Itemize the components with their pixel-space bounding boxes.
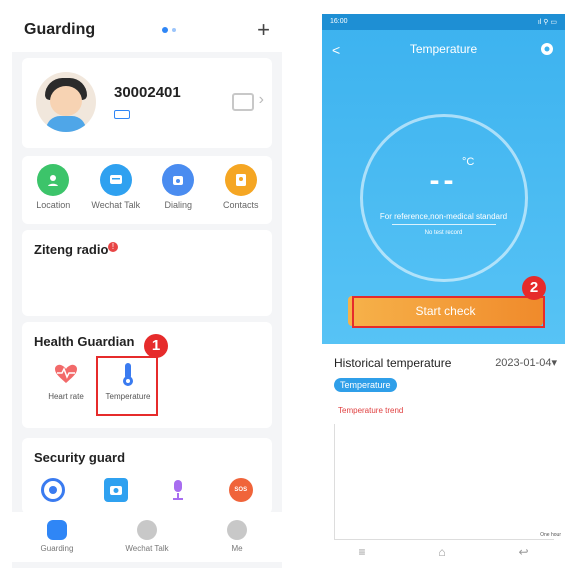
menu-icon[interactable]: ≡ <box>358 545 365 567</box>
notification-dot: ! <box>108 242 118 252</box>
device-card[interactable]: 30002401 › <box>22 58 272 148</box>
trend-label: Temperature trend <box>338 406 404 415</box>
nav-label: Me <box>231 544 243 553</box>
bottom-nav: Guarding Wechat Talk Me <box>12 512 282 562</box>
gear-icon[interactable] <box>539 41 555 57</box>
guard-icon[interactable] <box>41 478 66 502</box>
temperature-value: -- <box>429 164 458 197</box>
heart-rate-icon <box>52 360 80 388</box>
screen-title: Temperature <box>409 42 478 56</box>
quick-action-wechat-talk[interactable]: Wechat Talk <box>88 164 144 224</box>
quick-action-label: Dialing <box>164 200 192 210</box>
health-title: Health Guardian <box>34 334 135 349</box>
chevron-right-icon[interactable]: › <box>259 91 264 109</box>
no-record-text: No test record <box>424 230 463 236</box>
device-id: 30002401 <box>114 84 181 101</box>
phone-icon <box>162 164 195 196</box>
nav-label: Wechat Talk <box>125 544 169 553</box>
quick-action-location[interactable]: Location <box>25 164 81 224</box>
contacts-icon <box>224 164 257 196</box>
mic-icon[interactable] <box>166 478 190 502</box>
step-badge-1: 1 <box>144 334 168 358</box>
history-title: Historical temperature <box>334 356 452 370</box>
avatar <box>36 72 96 132</box>
radio-title: Ziteng radio <box>34 242 109 257</box>
guarding-icon <box>47 520 67 540</box>
system-nav: ≡ ⌂ ↩ <box>322 545 565 567</box>
security-guard-card: Security guard SOS <box>22 438 272 514</box>
status-bar: 16:00 ıl ⚲ ▭ <box>322 14 565 30</box>
temperature-dial <box>360 114 528 282</box>
quick-action-label: Wechat Talk <box>91 200 141 210</box>
quick-action-contacts[interactable]: Contacts <box>213 164 269 224</box>
battery-icon <box>114 110 130 119</box>
home-icon[interactable]: ⌂ <box>438 545 445 567</box>
quick-action-label: Location <box>36 200 71 210</box>
status-time: 16:00 <box>330 18 348 25</box>
user-icon <box>227 520 247 540</box>
location-icon <box>37 164 70 196</box>
sos-icon[interactable]: SOS <box>228 478 253 502</box>
health-guardian-card: Health Guardian Heart rate Temperature 1 <box>22 322 272 428</box>
security-title: Security guard <box>34 450 126 465</box>
page: Guarding + 30002401 › Location Wechat Ta… <box>0 0 571 579</box>
chat-icon <box>99 164 132 196</box>
qr-icon[interactable] <box>232 93 254 111</box>
nav-item-wechat-talk[interactable]: Wechat Talk <box>112 520 182 562</box>
reference-note: For reference,non-medical standard <box>379 212 508 221</box>
time-range-label: One hour <box>540 532 561 538</box>
date-selector[interactable]: 2023-01-04▾ <box>495 356 557 369</box>
quick-action-dialing[interactable]: Dialing <box>150 164 206 224</box>
nav-item-me[interactable]: Me <box>202 520 272 562</box>
chat-icon <box>137 520 157 540</box>
status-icons: ıl ⚲ ▭ <box>537 19 557 26</box>
add-button[interactable]: + <box>257 17 270 43</box>
temperature-tab[interactable]: Temperature <box>334 378 397 392</box>
date-value: 2023-01-04 <box>495 357 552 369</box>
guarding-screen: Guarding + 30002401 › Location Wechat Ta… <box>12 8 282 568</box>
chevron-down-icon: ▾ <box>551 357 557 369</box>
temperature-header-panel: 16:00 ıl ⚲ ▭ < Temperature -- °C For ref… <box>322 14 565 344</box>
security-icons: SOS <box>22 478 272 502</box>
top-bar: Guarding + <box>12 8 282 52</box>
nav-item-guarding[interactable]: Guarding <box>22 520 92 562</box>
radio-card[interactable]: Ziteng radio ! <box>22 230 272 316</box>
highlight-box <box>352 296 545 328</box>
divider <box>392 224 496 225</box>
heart-rate-label: Heart rate <box>48 392 84 401</box>
step-badge-2: 2 <box>522 276 546 300</box>
page-indicator <box>162 27 176 33</box>
nav-label: Guarding <box>40 544 74 553</box>
temperature-unit: °C <box>462 156 475 168</box>
quick-actions: Location Wechat Talk Dialing Contacts <box>22 156 272 224</box>
temperature-screen: 16:00 ıl ⚲ ▭ < Temperature -- °C For ref… <box>322 14 565 567</box>
quick-action-label: Contacts <box>222 200 259 210</box>
heart-rate-item[interactable]: Heart rate <box>38 360 94 401</box>
trend-chart-area <box>334 424 554 540</box>
highlight-box <box>96 356 158 416</box>
camera-icon[interactable] <box>103 478 128 502</box>
back-icon[interactable]: ↩ <box>518 545 528 567</box>
sos-text: SOS <box>234 487 248 493</box>
page-title: Guarding <box>24 21 96 38</box>
